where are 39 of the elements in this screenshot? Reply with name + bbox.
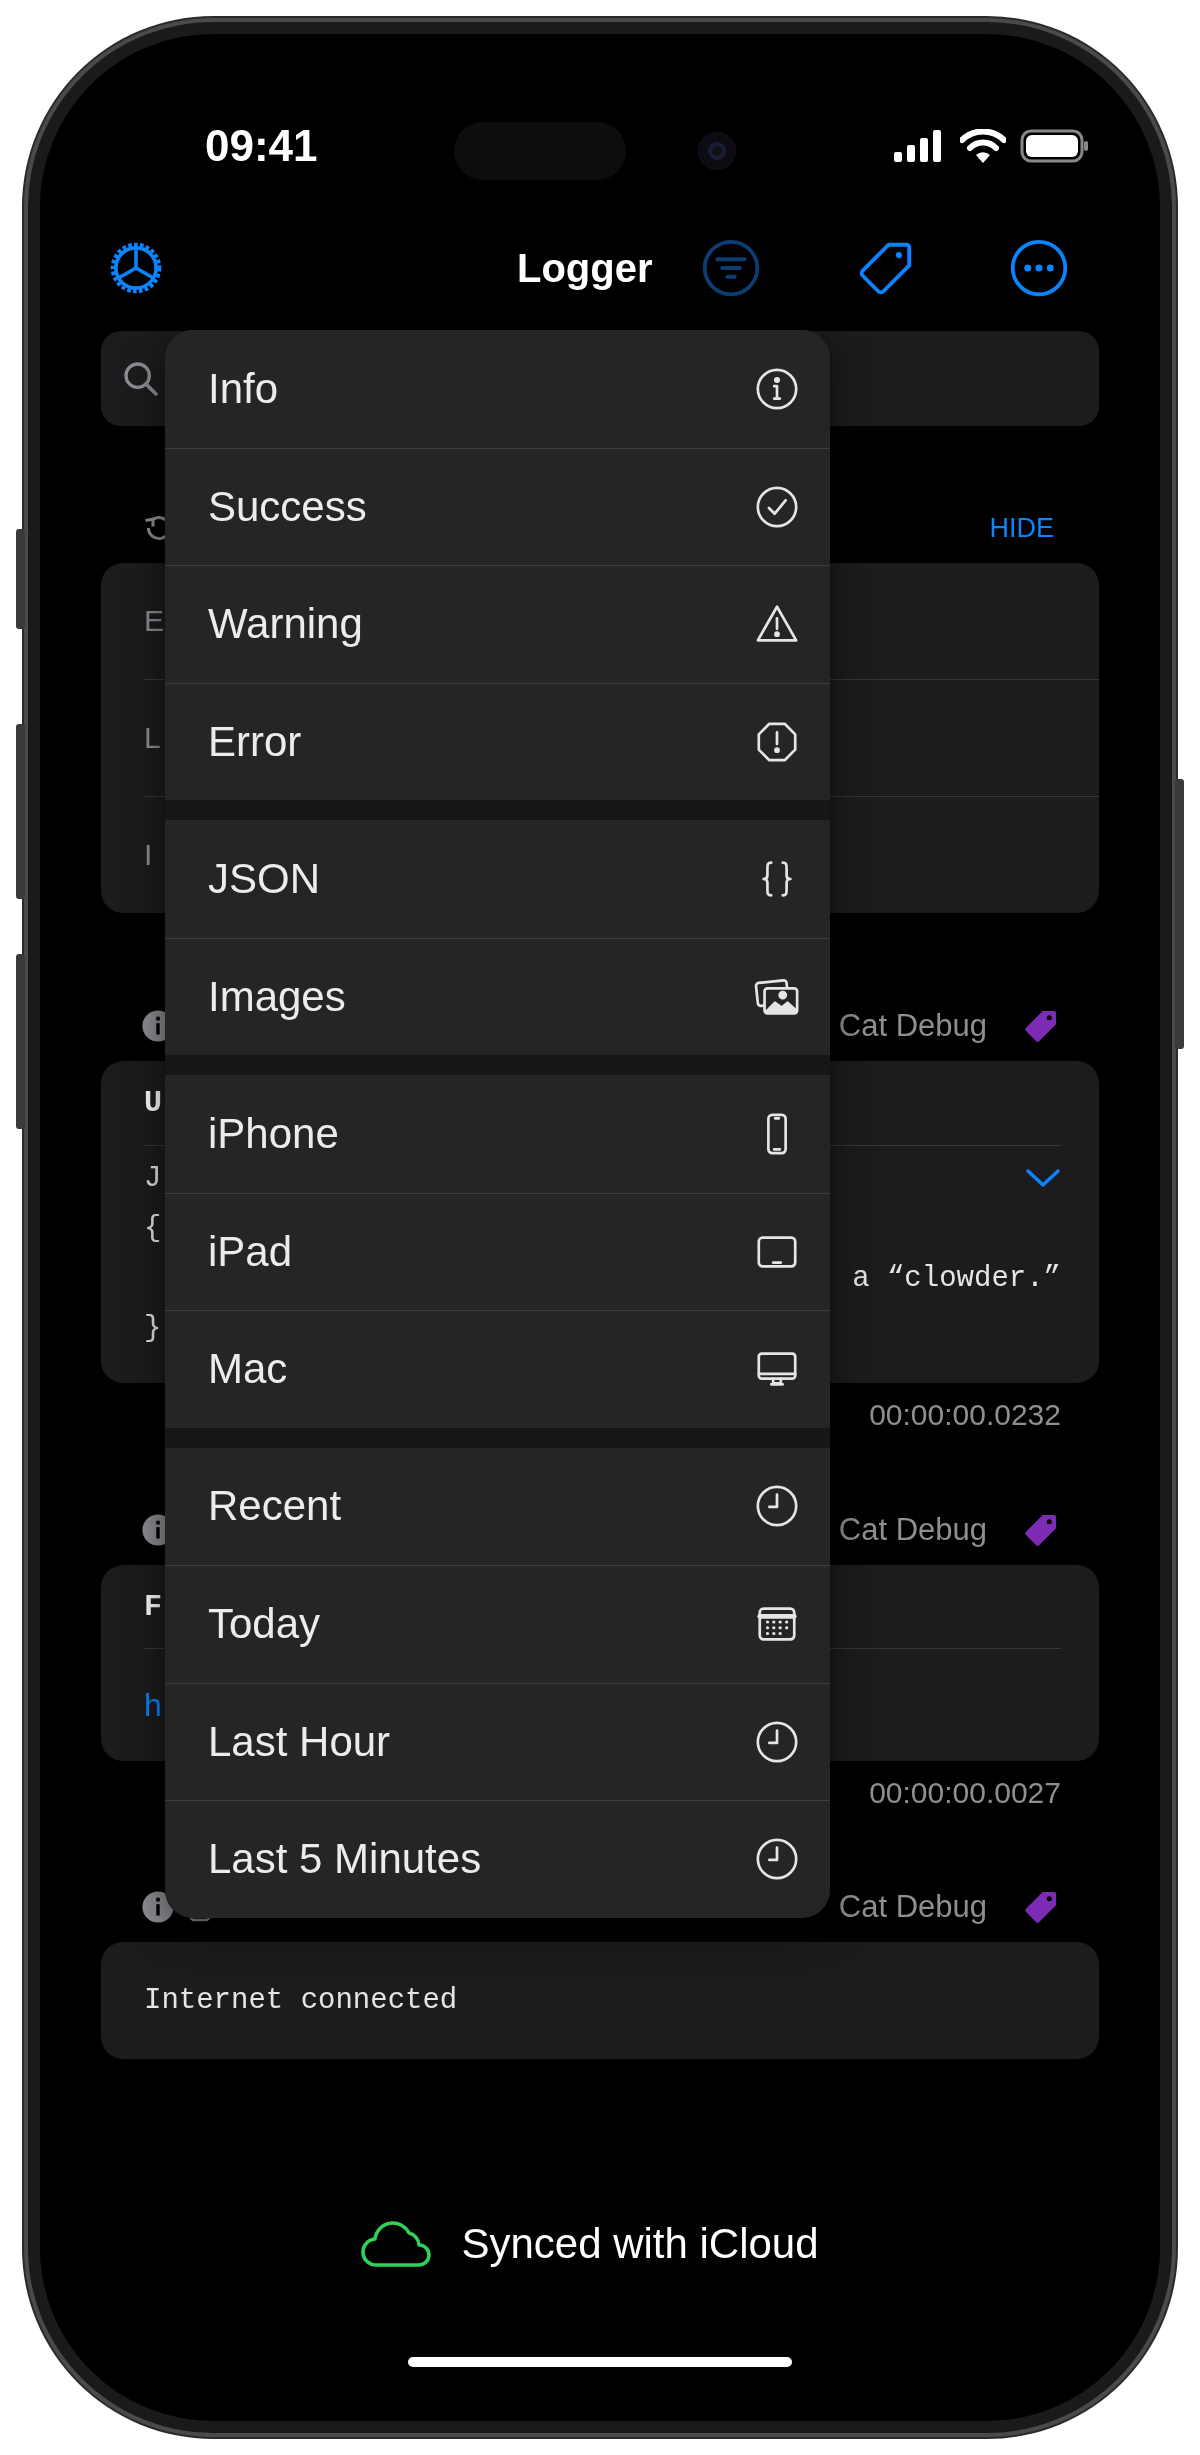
nav-title: Logger [517, 245, 653, 291]
menu-item[interactable]: iPhone [165, 1075, 830, 1193]
menu-item[interactable]: JSON [165, 820, 830, 938]
log-duration: 00:00:00.0027 [869, 1776, 1061, 1811]
sync-status: Synced with iCloud [461, 2220, 819, 2268]
log-message: Internet connected [144, 1984, 458, 2017]
menu-item[interactable]: Last 5 Minutes [165, 1800, 830, 1918]
log-link[interactable]: h [144, 1686, 162, 1724]
hide-button[interactable]: HIDE [989, 512, 1054, 544]
battery-icon [1020, 129, 1090, 163]
camera-dot [698, 132, 736, 170]
log-text: a “clowder.” [852, 1261, 1061, 1295]
filter-label: I [144, 838, 153, 872]
menu-item[interactable]: Info [165, 330, 830, 448]
menu-item[interactable]: Error [165, 682, 830, 800]
filter-label: E [144, 604, 164, 638]
log-text: } [144, 1311, 162, 1345]
status-time: 09:41 [205, 121, 318, 171]
cloud-icon [361, 2219, 434, 2269]
menu-item[interactable]: Success [165, 447, 830, 565]
log-duration: 00:00:00.0232 [869, 1398, 1061, 1433]
menu-item[interactable]: Mac [165, 1310, 830, 1428]
log-text: { [144, 1211, 162, 1245]
menu-item[interactable]: Warning [165, 565, 830, 683]
menu-item[interactable]: Recent [165, 1447, 830, 1565]
chevron-down-icon[interactable] [1025, 1167, 1061, 1189]
filter-label: L [144, 721, 161, 755]
more-icon[interactable] [1008, 238, 1069, 298]
log-source: Cat Debug [838, 1512, 987, 1548]
menu-item[interactable]: iPad [165, 1192, 830, 1310]
log-source: Cat Debug [838, 1889, 987, 1925]
menu-item[interactable]: Images [165, 937, 830, 1055]
log-text: J [144, 1161, 162, 1195]
wifi-icon [960, 129, 1006, 163]
log-title: F [144, 1589, 162, 1624]
log-source: Cat Debug [838, 1008, 987, 1044]
log-title: U [144, 1086, 162, 1120]
menu-item[interactable]: Last Hour [165, 1682, 830, 1800]
menu-item[interactable]: Today [165, 1565, 830, 1683]
